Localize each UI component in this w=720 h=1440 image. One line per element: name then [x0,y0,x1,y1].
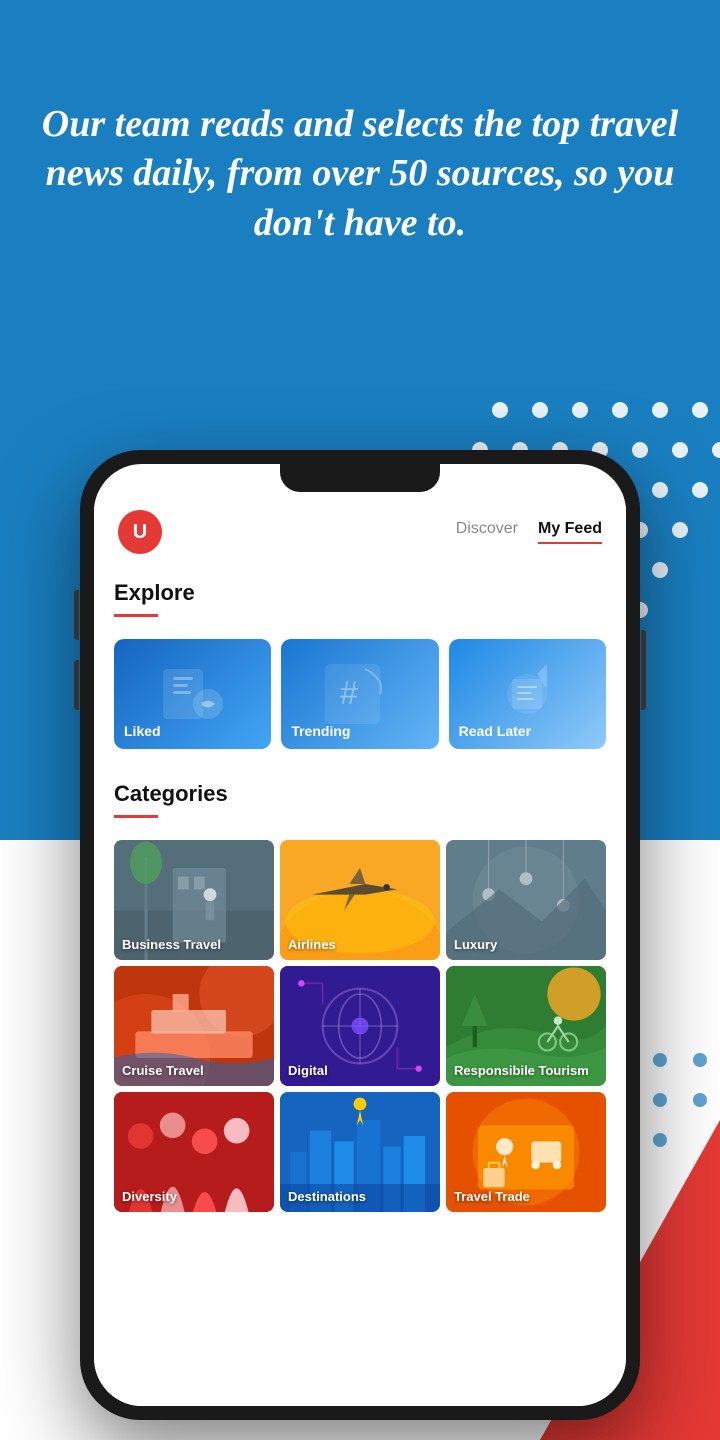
liked-illustration [153,659,233,729]
explore-underline [114,614,158,617]
explore-card-trending[interactable]: # Trending [281,639,438,749]
liked-label: Liked [124,723,161,739]
explore-card-liked[interactable]: Liked [114,639,271,749]
category-diversity[interactable]: Diversity [114,1092,274,1212]
phone-mockup: U Discover My Feed Explore [80,450,640,1420]
trending-illustration: # [320,659,400,729]
explore-card-read-later[interactable]: Read Later [449,639,606,749]
explore-title: Explore [114,580,606,606]
app-content: U Discover My Feed Explore [94,492,626,1406]
trending-label: Trending [291,723,350,739]
category-digital[interactable]: Digital [280,966,440,1086]
categories-title: Categories [114,781,606,807]
phone-power-button [641,630,646,710]
luxury-label: Luxury [454,937,497,952]
nav-tabs: Discover My Feed [456,520,602,544]
category-airlines[interactable]: Airlines [280,840,440,960]
diversity-label: Diversity [122,1189,177,1204]
business-travel-label: Business Travel [122,937,221,952]
category-travel-trade[interactable]: Travel Trade [446,1092,606,1212]
digital-label: Digital [288,1063,328,1078]
cruise-travel-label: Cruise Travel [122,1063,204,1078]
airlines-label: Airlines [288,937,336,952]
phone-notch [280,464,440,492]
categories-grid: Business Travel [94,840,626,1212]
phone-outer: U Discover My Feed Explore [80,450,640,1420]
categories-underline [114,815,158,818]
category-responsible-tourism[interactable]: Responsibile Tourism [446,966,606,1086]
categories-section: Categories [94,765,626,840]
read-later-label: Read Later [459,723,531,739]
app-header: U Discover My Feed [94,492,626,564]
category-cruise-travel[interactable]: Cruise Travel [114,966,274,1086]
explore-cards-row: Liked # Trending [94,639,626,749]
phone-volume-down [74,660,79,710]
category-destinations[interactable]: Destinations [280,1092,440,1212]
app-logo[interactable]: U [118,510,162,554]
category-luxury[interactable]: Luxury [446,840,606,960]
destinations-label: Destinations [288,1189,366,1204]
readlater-illustration [487,659,567,729]
phone-volume-up [74,590,79,640]
hero-text: Our team reads and selects the top trave… [40,100,680,248]
travel-trade-label: Travel Trade [454,1189,530,1204]
tab-discover[interactable]: Discover [456,520,518,544]
phone-screen: U Discover My Feed Explore [94,464,626,1406]
explore-section: Explore [94,564,626,639]
category-business-travel[interactable]: Business Travel [114,840,274,960]
responsible-tourism-label: Responsibile Tourism [454,1063,589,1078]
svg-text:#: # [340,675,358,711]
tab-my-feed[interactable]: My Feed [538,520,602,544]
